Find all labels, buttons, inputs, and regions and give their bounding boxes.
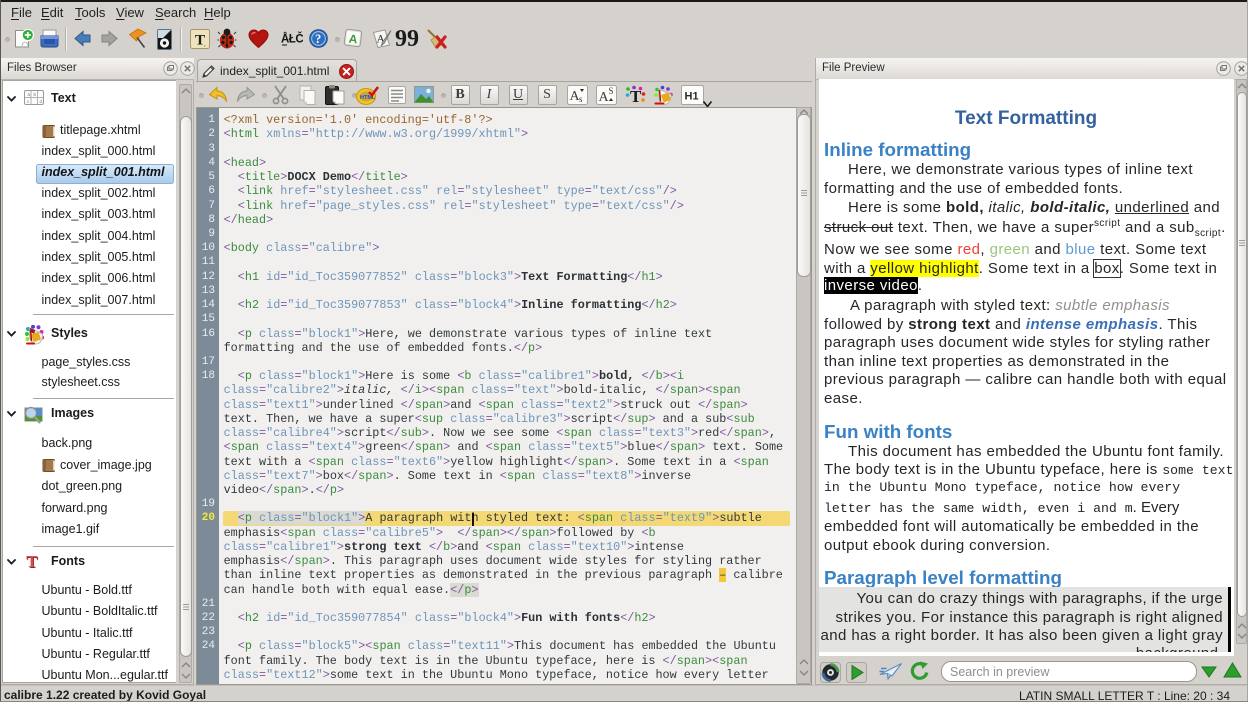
svg-text:H1: H1 — [685, 91, 699, 103]
svg-text:?: ? — [315, 32, 321, 46]
svg-text:S: S — [609, 86, 614, 96]
svg-text:99: 99 — [395, 26, 419, 50]
svg-text:HTML: HTML — [360, 95, 376, 101]
svg-text:ÅŁČ: ÅŁČ — [281, 33, 303, 46]
svg-text:s: s — [579, 94, 583, 104]
svg-text:T: T — [26, 553, 38, 571]
